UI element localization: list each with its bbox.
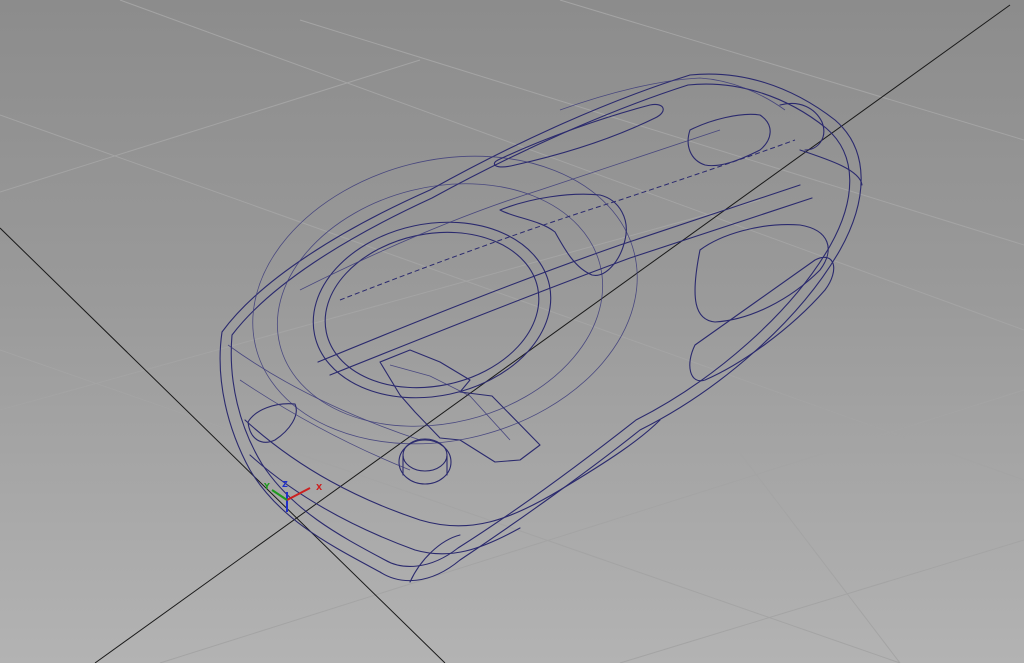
- y-axis-label: Y: [263, 482, 270, 491]
- z-axis-label: Z: [282, 480, 288, 489]
- axis-gizmo: X Y Z: [263, 480, 323, 512]
- wireframe-car-model[interactable]: [219, 73, 863, 583]
- scene-canvas[interactable]: X Y Z: [0, 0, 1024, 663]
- x-axis-label: X: [316, 483, 323, 492]
- world-axes: [0, 4, 1011, 663]
- 3d-viewport[interactable]: X Y Z: [0, 0, 1024, 663]
- ground-grid: [0, 0, 1024, 663]
